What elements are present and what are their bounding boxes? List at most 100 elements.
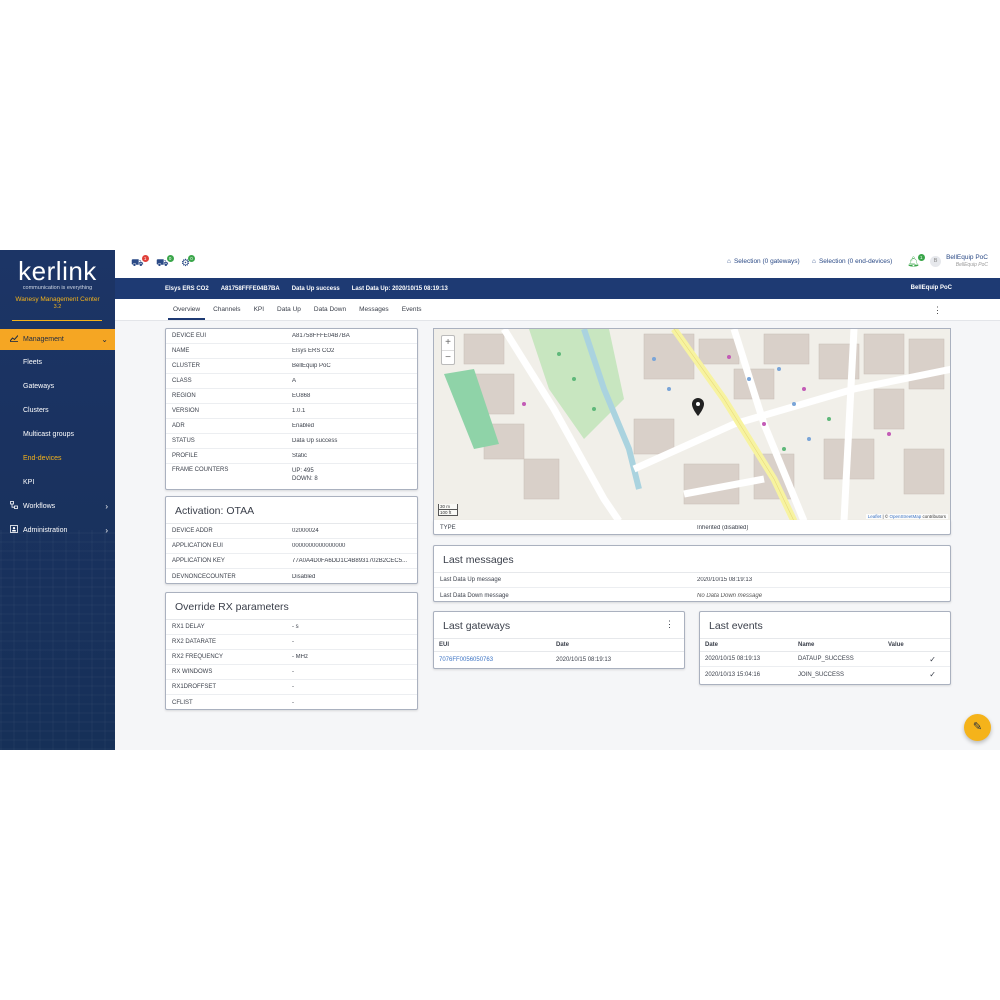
tab-messages[interactable]: Messages [354, 306, 394, 320]
table-row: 2020/10/15 08:19:13 DATAUP_SUCCESS ✓ [700, 652, 950, 667]
event-date: 2020/10/15 08:19:13 [705, 656, 761, 662]
more-options-icon[interactable]: ⋮ [933, 305, 942, 316]
pencil-icon: ✎ [972, 721, 983, 733]
sidebar-item-end-devices[interactable]: End-devices [0, 446, 115, 470]
tab-channels[interactable]: Channels [208, 306, 245, 320]
info-value: Elsys ERS CO2 [292, 348, 335, 354]
info-row: DEVNONCECOUNTER Disabled [166, 569, 417, 583]
table-header: Date Name Value [700, 639, 950, 652]
info-value: Enabled [292, 423, 315, 429]
card-title: Last gateways ⋮ [434, 612, 684, 639]
activation-card: Activation: OTAA DEVICE ADDR 02000024 APP… [165, 496, 418, 584]
info-value: Disabled [292, 573, 316, 580]
sidebar-item-management[interactable]: Management ⌄ [0, 329, 115, 350]
sidebar-item-fleets[interactable]: Fleets [0, 350, 115, 374]
sidebar-item-workflows[interactable]: Workflows › [0, 494, 115, 518]
bell-icon[interactable]: 🔔︎ 1 [907, 254, 925, 268]
column-header-date: Date [705, 642, 719, 648]
info-row: APPLICATION EUI 0000000000000000 [166, 539, 417, 554]
card-title: Last messages [434, 546, 950, 573]
sidebar-item-gateways[interactable]: Gateways [0, 374, 115, 398]
alarm-badge: 1 [141, 255, 149, 262]
info-key: PROFILE [172, 453, 198, 459]
message-row: Last Data Down message No Data Down messa… [434, 588, 950, 601]
info-key: VERSION [172, 408, 200, 414]
event-name: JOIN_SUCCESS [798, 671, 845, 678]
info-key: APPLICATION KEY [172, 558, 225, 564]
device-status-icon[interactable]: ⚙ 0 [181, 255, 195, 269]
sidebar-item-label: Workflows [23, 502, 56, 510]
info-row: STATUS Data Up success [166, 434, 417, 449]
sidebar-item-kpi[interactable]: KPI [0, 470, 115, 494]
column-header-date: Date [556, 642, 570, 648]
workflow-icon [9, 501, 19, 511]
info-key: CLASS [172, 378, 192, 384]
message-key: Last Data Up message [440, 577, 502, 583]
sidebar-item-label: Management [23, 336, 64, 343]
info-value: 0000000000000000 [292, 543, 346, 549]
info-row: REGION EU868 [166, 389, 417, 404]
tab-events[interactable]: Events [397, 306, 427, 320]
info-row: CLASS A [166, 374, 417, 389]
info-key: RX2 FREQUENCY [172, 654, 224, 660]
more-options-icon[interactable]: ⋮ [665, 619, 674, 630]
gateway-badge: 0 [166, 255, 174, 262]
info-row: RX2 DATARATE - [166, 635, 417, 650]
sidebar-item-multicast-groups[interactable]: Multicast groups [0, 422, 115, 446]
selection-gateways-button[interactable]: ⌂ Selection (0 gateways) [727, 258, 800, 265]
frame-counter-up: UP: 495 [292, 468, 314, 474]
column-header-name: Name [798, 642, 815, 648]
column-header-value: Value [888, 642, 904, 648]
device-badge: 0 [187, 255, 195, 262]
check-icon: ✓ [929, 670, 936, 679]
admin-icon [9, 525, 19, 535]
override-rx-card: Override RX parameters RX1 DELAY - s RX2 … [165, 592, 418, 710]
card-title: Override RX parameters [166, 593, 417, 620]
info-key: TYPE [440, 524, 456, 531]
map-scale: 30 m 100 ft [438, 504, 458, 516]
edit-fab-button[interactable]: ✎ [964, 714, 991, 741]
info-key: DEVICE ADDR [172, 528, 213, 534]
leaflet-link[interactable]: Leaflet [868, 514, 882, 519]
last-messages-card: Last messages Last Data Up message 2020/1… [433, 545, 951, 602]
info-row: CFLIST - [166, 695, 417, 709]
info-key: RX1 DELAY [172, 624, 205, 630]
gateway-eui-link[interactable]: 7076FF0056050763 [434, 657, 556, 663]
info-value: EU868 [292, 393, 311, 399]
tab-data-down[interactable]: Data Down [309, 306, 351, 320]
tab-kpi[interactable]: KPI [249, 306, 269, 320]
chevron-down-icon: ⌄ [101, 335, 108, 344]
gateway-date: 2020/10/15 08:19:13 [556, 656, 612, 663]
sidebar-item-administration[interactable]: Administration › [0, 518, 115, 542]
info-key: NAME [172, 348, 190, 354]
tab-data-up[interactable]: Data Up [272, 306, 306, 320]
app-window: kerlink communication is everything Wane… [0, 250, 1000, 750]
sidebar-item-clusters[interactable]: Clusters [0, 398, 115, 422]
logo-wordmark: kerlink [18, 256, 97, 286]
chevron-right-icon: › [105, 525, 108, 535]
card-title: Activation: OTAA [166, 497, 417, 524]
selection-devices-button[interactable]: ⌂ Selection (0 end-devices) [812, 258, 892, 265]
zoom-out-button[interactable]: − [442, 350, 454, 364]
gateway-status-icon[interactable]: ⛟ 0 [156, 255, 174, 271]
tab-overview[interactable]: Overview [168, 306, 206, 320]
map-type-row: TYPE Inherited (disabled) [433, 520, 951, 535]
location-map[interactable]: + − 30 m 100 ft Leaflet | © OpenStreetMa… [433, 328, 951, 520]
info-value: - [292, 699, 294, 706]
info-key: STATUS [172, 438, 195, 444]
logo-divider [12, 320, 102, 321]
scale-imperial: 100 ft [438, 510, 458, 516]
info-value: Data Up success [292, 438, 338, 444]
info-key: CLUSTER [172, 363, 201, 369]
info-row: VERSION 1.0.1 [166, 404, 417, 419]
info-row: RX2 FREQUENCY - MHz [166, 650, 417, 665]
sidebar-item-label: End-devices [23, 454, 62, 462]
info-value: BellEquip PoC [292, 363, 331, 369]
sidebar-nav: Management ⌄ Fleets Gateways Clusters Mu… [0, 329, 115, 542]
user-menu[interactable]: B BellEquip PoC BellEquip PoC [930, 254, 988, 268]
selection-gateways-label: Selection (0 gateways) [733, 258, 800, 265]
osm-link[interactable]: OpenStreetMap [889, 514, 921, 519]
sidebar-item-label: Gateways [23, 382, 55, 390]
zoom-in-button[interactable]: + [442, 336, 454, 350]
alarms-icon[interactable]: ⛟ 1 [131, 255, 149, 271]
